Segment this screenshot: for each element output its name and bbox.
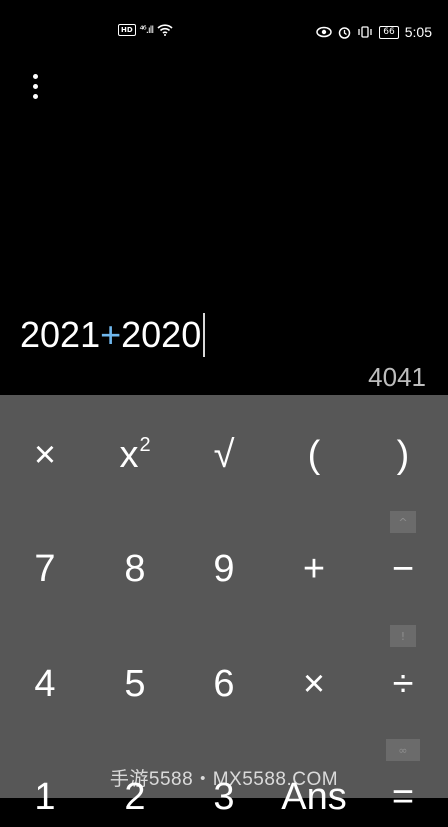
- key-square-base: x: [119, 433, 139, 476]
- key-multiply[interactable]: ×: [269, 654, 359, 714]
- battery-icon: 66: [379, 25, 399, 39]
- key-square-exponent: 2: [139, 433, 151, 456]
- result-preview: 4041: [368, 362, 426, 392]
- key-8[interactable]: 8: [90, 539, 180, 599]
- key-plus[interactable]: +: [269, 539, 359, 599]
- key-9[interactable]: 9: [179, 539, 269, 599]
- wifi-icon: [157, 24, 173, 36]
- key-square[interactable]: x2: [90, 425, 180, 485]
- key-7[interactable]: 7: [0, 539, 90, 599]
- text-cursor: [203, 313, 206, 357]
- dot-icon: [32, 93, 38, 99]
- key-4[interactable]: 4: [0, 654, 90, 714]
- status-right: 66 5:05: [316, 24, 432, 40]
- hd-icon: HD: [118, 24, 136, 36]
- watermark: 手游5588・MX5588.COM: [109, 769, 339, 790]
- more-options-button[interactable]: [22, 68, 48, 104]
- key-factorial-chip[interactable]: !: [390, 625, 416, 647]
- alarm-icon: [339, 26, 351, 39]
- key-open-paren[interactable]: (: [269, 425, 359, 485]
- key-multiply-alt[interactable]: ×: [0, 425, 90, 485]
- key-sqrt[interactable]: √: [179, 425, 269, 485]
- key-infinity-chip[interactable]: ∞: [386, 739, 420, 761]
- status-bar: HD ⁴⁶.ıll 66 5:05: [0, 0, 448, 64]
- signal-icon: ⁴⁶.ıll: [139, 24, 154, 36]
- status-left: HD ⁴⁶.ıll: [118, 24, 173, 36]
- vibrate-icon: [358, 26, 372, 38]
- eye-icon: [316, 26, 333, 38]
- operand-a: 2021: [20, 314, 101, 355]
- key-5[interactable]: 5: [90, 654, 180, 714]
- dot-icon: [32, 83, 38, 89]
- clock: 5:05: [404, 24, 432, 40]
- key-minus[interactable]: −: [358, 539, 448, 599]
- expression-input[interactable]: 2021 +2020: [20, 312, 206, 358]
- key-power-chip[interactable]: ^: [390, 511, 416, 533]
- key-close-paren[interactable]: ): [358, 425, 448, 485]
- dot-icon: [32, 73, 38, 79]
- operand-b: 2020: [121, 314, 202, 355]
- key-6[interactable]: 6: [179, 654, 269, 714]
- operator: +: [100, 314, 122, 355]
- keypad: × x2 √ ( ) ^ 7 8 9 + − ! 4 5 6 × ÷ ∞ 1 2…: [0, 395, 448, 818]
- key-divide[interactable]: ÷: [358, 654, 448, 714]
